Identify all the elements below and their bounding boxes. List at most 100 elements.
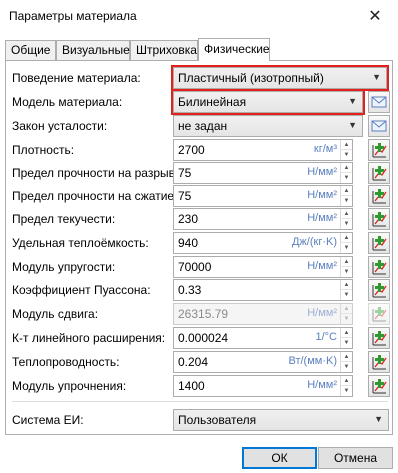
spin-down-icon[interactable]: ▼ [341, 219, 352, 229]
tensile-strength-label: Предел прочности на разрыв: [12, 166, 179, 180]
row-compressive-strength: Предел прочности на сжатие: 75 Н/мм² ▲ ▼ [6, 185, 394, 207]
tensile-strength-dependency-button[interactable] [368, 162, 390, 184]
hardening-modulus-label: Модуль упрочнения: [12, 379, 127, 393]
add-dependency-icon [372, 355, 387, 370]
yield-strength-spinner[interactable]: ▲ ▼ [340, 209, 352, 229]
thermal-conductivity-spinner[interactable]: ▲ ▼ [340, 352, 352, 372]
thermal-expansion-field[interactable]: 0.000024 1/°C ▲ ▼ [173, 327, 353, 349]
shear-modulus-dependency-button [368, 303, 390, 325]
hardening-modulus-field[interactable]: 1400 Н/мм² ▲ ▼ [173, 375, 353, 397]
elastic-modulus-unit: Н/мм² [307, 260, 337, 272]
specific-heat-unit: Дж/(кг·K) [291, 236, 337, 248]
spin-up-icon[interactable]: ▲ [341, 352, 352, 362]
spin-up-icon[interactable]: ▲ [341, 376, 352, 386]
chevron-down-icon: ▼ [348, 96, 357, 106]
spin-up-icon[interactable]: ▲ [341, 163, 352, 173]
spin-down-icon[interactable]: ▼ [341, 173, 352, 183]
density-dependency-button[interactable] [368, 139, 390, 161]
row-specific-heat: Удельная теплоёмкость: 940 Дж/(кг·K) ▲ ▼ [6, 232, 394, 254]
units-system-select[interactable]: Пользователя ▼ [173, 409, 389, 431]
divider [12, 401, 388, 402]
cancel-button[interactable]: Отмена [318, 447, 393, 469]
physical-properties-panel: Поведение материала: Пластичный (изотроп… [5, 60, 393, 435]
density-value: 2700 [178, 143, 205, 157]
spin-up-icon[interactable]: ▲ [341, 257, 352, 267]
thermal-conductivity-field[interactable]: 0.204 Вт/(мм·K) ▲ ▼ [173, 351, 353, 373]
add-dependency-icon [372, 236, 387, 251]
hardening-modulus-spinner[interactable]: ▲ ▼ [340, 376, 352, 396]
poisson-ratio-label: Коэффициент Пуассона: [12, 283, 151, 297]
add-dependency-icon [372, 260, 387, 275]
spin-up-icon[interactable]: ▲ [341, 328, 352, 338]
chevron-down-icon: ▼ [348, 120, 357, 130]
material-model-label: Модель материала: [12, 95, 123, 109]
tab-visual[interactable]: Визуальные [56, 40, 130, 60]
density-label: Плотность: [12, 143, 75, 157]
material-behavior-value: Пластичный (изотропный) [178, 71, 324, 85]
hardening-modulus-dependency-button[interactable] [368, 375, 390, 397]
poisson-ratio-spinner[interactable]: ▲ ▼ [340, 280, 352, 300]
elastic-modulus-spinner[interactable]: ▲ ▼ [340, 257, 352, 277]
spin-down-icon[interactable]: ▼ [341, 267, 352, 277]
spin-down-icon[interactable]: ▼ [341, 150, 352, 160]
material-behavior-select[interactable]: Пластичный (изотропный) ▼ [171, 65, 389, 91]
poisson-ratio-dependency-button[interactable] [368, 279, 390, 301]
row-material-model: Модель материала: Билинейная ▼ [6, 89, 394, 115]
thermal-expansion-dependency-button[interactable] [368, 327, 390, 349]
shear-modulus-value: 26315.79 [178, 307, 229, 321]
spin-down-icon[interactable]: ▼ [341, 362, 352, 372]
spin-up-icon[interactable]: ▲ [341, 233, 352, 243]
density-spinner[interactable]: ▲ ▼ [340, 140, 352, 160]
row-fatigue-law: Закон усталости: не задан ▼ [6, 115, 394, 137]
poisson-ratio-value: 0.33 [178, 283, 202, 297]
thermal-expansion-label: К-т линейного расширения: [12, 331, 166, 345]
material-model-select[interactable]: Билинейная ▼ [171, 89, 365, 115]
elastic-modulus-label: Модуль упругости: [12, 260, 116, 274]
density-field[interactable]: 2700 кг/м³ ▲ ▼ [173, 139, 353, 161]
fatigue-law-value: не задан [178, 119, 228, 133]
material-model-library-button[interactable] [368, 91, 390, 113]
add-dependency-icon [372, 143, 387, 158]
thermal-conductivity-value: 0.204 [178, 355, 209, 369]
shear-modulus-spinner: ▲ ▼ [340, 304, 352, 324]
compressive-strength-unit: Н/мм² [307, 189, 337, 201]
yield-strength-dependency-button[interactable] [368, 208, 390, 230]
close-button[interactable]: ✕ [352, 0, 398, 31]
tab-hatching[interactable]: Штриховка [130, 40, 198, 60]
spin-down-icon[interactable]: ▼ [341, 338, 352, 348]
spin-down-icon[interactable]: ▼ [341, 243, 352, 253]
tensile-strength-field[interactable]: 75 Н/мм² ▲ ▼ [173, 162, 353, 184]
thermal-expansion-spinner[interactable]: ▲ ▼ [340, 328, 352, 348]
fatigue-law-library-button[interactable] [368, 115, 390, 137]
elastic-modulus-value: 70000 [178, 260, 212, 274]
specific-heat-spinner[interactable]: ▲ ▼ [340, 233, 352, 253]
fatigue-law-select[interactable]: не задан ▼ [173, 115, 363, 137]
elastic-modulus-dependency-button[interactable] [368, 256, 390, 278]
compressive-strength-spinner[interactable]: ▲ ▼ [340, 186, 352, 206]
spin-up-icon[interactable]: ▲ [341, 186, 352, 196]
spin-up-icon[interactable]: ▲ [341, 209, 352, 219]
tab-physical[interactable]: Физические [198, 38, 270, 61]
specific-heat-field[interactable]: 940 Дж/(кг·K) ▲ ▼ [173, 232, 353, 254]
spin-down-icon[interactable]: ▼ [341, 386, 352, 396]
ok-button[interactable]: ОК [242, 447, 317, 469]
yield-strength-field[interactable]: 230 Н/мм² ▲ ▼ [173, 208, 353, 230]
tab-general[interactable]: Общие [5, 40, 56, 60]
thermal-conductivity-dependency-button[interactable] [368, 351, 390, 373]
row-elastic-modulus: Модуль упругости: 70000 Н/мм² ▲ ▼ [6, 256, 394, 278]
close-icon: ✕ [368, 7, 382, 25]
compressive-strength-field[interactable]: 75 Н/мм² ▲ ▼ [173, 185, 353, 207]
tensile-strength-spinner[interactable]: ▲ ▼ [340, 163, 352, 183]
spin-down-icon[interactable]: ▼ [341, 290, 352, 300]
spin-down-icon[interactable]: ▼ [341, 196, 352, 206]
spin-up-icon[interactable]: ▲ [341, 280, 352, 290]
chevron-down-icon: ▼ [374, 414, 383, 424]
add-dependency-icon [372, 379, 387, 394]
specific-heat-dependency-button[interactable] [368, 232, 390, 254]
poisson-ratio-field[interactable]: 0.33 ▲ ▼ [173, 279, 353, 301]
add-dependency-icon [372, 331, 387, 346]
spin-up-icon[interactable]: ▲ [341, 140, 352, 150]
chevron-down-icon: ▼ [372, 72, 381, 82]
compressive-strength-dependency-button[interactable] [368, 185, 390, 207]
elastic-modulus-field[interactable]: 70000 Н/мм² ▲ ▼ [173, 256, 353, 278]
